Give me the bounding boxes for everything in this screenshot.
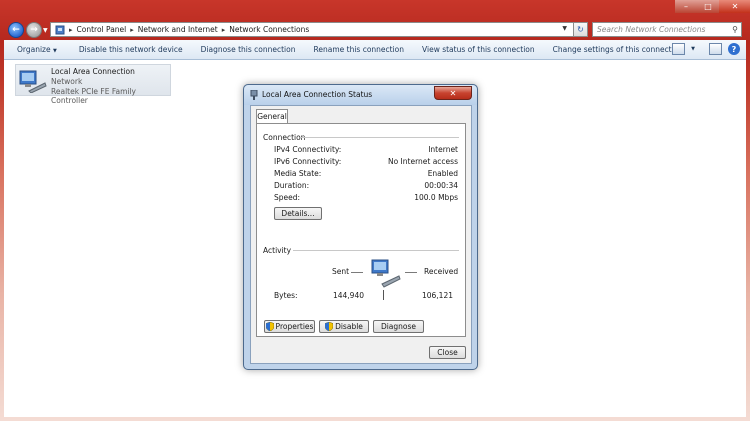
ipv4-value: Internet — [428, 145, 458, 154]
status-dialog: Local Area Connection Status ✕ General C… — [243, 84, 478, 370]
diagnose-connection-button[interactable]: Diagnose this connection — [191, 45, 304, 54]
ipv6-label: IPv6 Connectivity: — [274, 157, 342, 166]
crumb-separator-icon[interactable]: ▸ — [222, 26, 226, 34]
close-icon: ✕ — [449, 88, 457, 98]
recent-pages-dropdown[interactable]: ▼ — [43, 27, 48, 34]
organize-label: Organize — [17, 45, 51, 54]
breadcrumb-network-connections[interactable]: Network Connections — [229, 25, 309, 34]
address-dropdown-icon[interactable]: ▼ — [562, 25, 567, 32]
bytes-sent-value: 144,940 — [332, 291, 364, 300]
crumb-separator-icon[interactable]: ▸ — [69, 26, 73, 34]
connection-network: Network — [51, 77, 83, 86]
preview-pane-icon[interactable] — [709, 43, 722, 55]
close-button[interactable]: Close — [429, 346, 466, 359]
bytes-received-value: 106,121 — [421, 291, 453, 300]
network-activity-icon — [371, 259, 401, 288]
media-state-value: Enabled — [427, 169, 458, 178]
dialog-body: General Connection IPv4 Connectivity: In… — [250, 105, 472, 364]
view-status-button[interactable]: View status of this connection — [412, 45, 543, 54]
bytes-divider — [383, 290, 384, 300]
forward-button[interactable]: → — [26, 22, 42, 38]
command-bar: Organize ▼ Disable this network device D… — [4, 40, 746, 60]
organize-menu[interactable]: Organize ▼ — [4, 45, 65, 54]
connection-group-label: Connection — [263, 133, 306, 142]
search-placeholder: Search Network Connections — [597, 25, 706, 34]
disable-device-button[interactable]: Disable this network device — [65, 45, 191, 54]
activity-group-divider — [293, 250, 459, 251]
properties-label: Properties — [275, 322, 314, 331]
connection-name: Local Area Connection — [51, 67, 135, 76]
sent-label: Sent — [332, 267, 350, 276]
media-state-label: Media State: — [274, 169, 322, 178]
toolbar-right: ▼ ? — [672, 43, 740, 55]
uac-shield-icon — [325, 322, 334, 331]
ipv6-value: No Internet access — [387, 157, 458, 166]
ipv4-label: IPv4 Connectivity: — [274, 145, 342, 154]
change-view-icon[interactable] — [672, 43, 686, 55]
rename-connection-button[interactable]: Rename this connection — [303, 45, 412, 54]
disable-button[interactable]: Disable — [319, 320, 369, 333]
media-state-row: Media State: Enabled — [274, 169, 464, 179]
tab-general[interactable]: General — [256, 109, 288, 123]
received-label: Received — [424, 267, 459, 276]
refresh-icon: ↻ — [577, 25, 584, 34]
navigation-bar: ← → ▼ ▸ Control Panel ▸ Network and Inte… — [0, 0, 750, 40]
change-settings-button[interactable]: Change settings of this connection — [543, 45, 691, 54]
crumb-separator-icon[interactable]: ▸ — [130, 26, 134, 34]
ipv4-row: IPv4 Connectivity: Internet — [274, 145, 464, 155]
uac-shield-icon — [265, 322, 274, 331]
connection-item[interactable]: Local Area Connection Network Realtek PC… — [15, 64, 171, 105]
speed-row: Speed: 100.0 Mbps — [274, 193, 464, 203]
speed-label: Speed: — [274, 193, 301, 202]
diagnose-button[interactable]: Diagnose — [373, 320, 424, 333]
search-input[interactable]: Search Network Connections ⚲ — [592, 22, 742, 37]
duration-label: Duration: — [274, 181, 310, 190]
view-dropdown-icon[interactable]: ▼ — [691, 46, 695, 52]
ipv6-row: IPv6 Connectivity: No Internet access — [274, 157, 464, 167]
sent-dash — [351, 272, 363, 273]
control-panel-icon — [55, 25, 65, 34]
breadcrumb-network-and-internet[interactable]: Network and Internet — [138, 25, 218, 34]
ethernet-icon — [250, 90, 258, 100]
search-icon[interactable]: ⚲ — [732, 25, 738, 34]
back-button[interactable]: ← — [8, 22, 24, 38]
dialog-title: Local Area Connection Status — [262, 90, 373, 99]
details-button[interactable]: Details... — [274, 207, 322, 220]
dialog-titlebar[interactable]: Local Area Connection Status ✕ — [244, 85, 477, 105]
chevron-down-icon: ▼ — [53, 48, 57, 54]
properties-button[interactable]: Properties — [264, 320, 315, 333]
breadcrumb-control-panel[interactable]: Control Panel — [77, 25, 127, 34]
bytes-label: Bytes: — [274, 291, 298, 300]
address-bar[interactable]: ▸ Control Panel ▸ Network and Internet ▸… — [50, 22, 587, 37]
duration-value: 00:00:34 — [424, 181, 458, 190]
connection-adapter: Realtek PCIe FE Family Controller — [51, 87, 136, 105]
connection-group-divider — [301, 137, 459, 138]
speed-value: 100.0 Mbps — [414, 193, 458, 202]
dialog-close-button[interactable]: ✕ — [434, 86, 472, 100]
received-dash — [405, 272, 417, 273]
disable-label: Disable — [335, 322, 363, 331]
refresh-button[interactable]: ↻ — [573, 22, 588, 37]
activity-group-label: Activity — [263, 246, 292, 255]
help-icon[interactable]: ? — [728, 43, 740, 55]
network-adapter-icon — [19, 70, 47, 93]
duration-row: Duration: 00:00:34 — [274, 181, 464, 191]
general-panel: Connection IPv4 Connectivity: Internet I… — [256, 123, 466, 337]
